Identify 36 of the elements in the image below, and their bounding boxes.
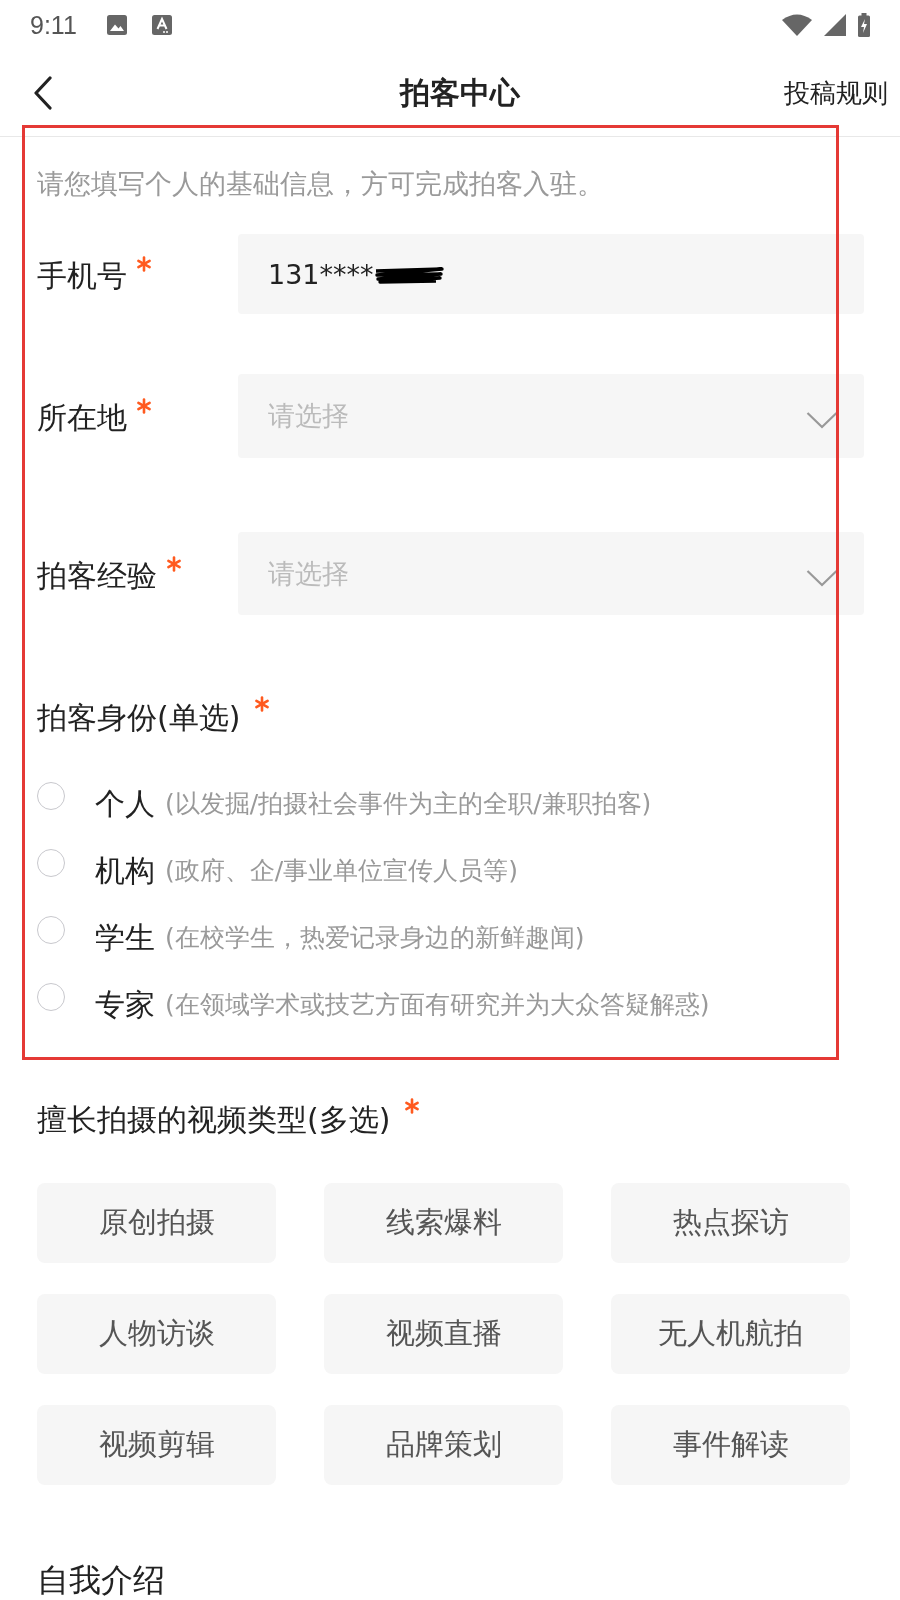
option-description: (在校学生，热爱记录身边的新鲜趣闻) (165, 922, 585, 954)
option-label[interactable]: 个人 (95, 784, 155, 824)
signal-icon (824, 14, 846, 36)
video-type-tag[interactable]: 原创拍摄 (37, 1183, 276, 1263)
section-title: 擅长拍摄的视频类型(多选) (37, 1101, 391, 1139)
intro-text: 请您填写个人的基础信息，方可完成拍客入驻。 (37, 167, 605, 201)
option-label[interactable]: 学生 (95, 918, 155, 958)
text-icon (151, 15, 172, 35)
rules-link[interactable]: 投稿规则 (784, 75, 888, 111)
video-type-tag[interactable]: 热点探访 (611, 1183, 850, 1263)
section-title: 自我介绍 (37, 1561, 166, 1599)
video-type-tag[interactable]: 线索爆料 (324, 1183, 563, 1263)
option-description: (以发掘/拍摄社会事件为主的全职/兼职拍客) (165, 788, 652, 820)
field-label: 手机号 (37, 257, 127, 295)
video-type-tag[interactable]: 视频直播 (324, 1294, 563, 1374)
image-icon (106, 15, 127, 35)
field-label: 所在地 (37, 399, 127, 437)
battery-charging-icon (858, 13, 870, 37)
back-icon[interactable] (32, 76, 54, 110)
chevron-down-icon (806, 411, 838, 429)
option-label[interactable]: 专家 (95, 985, 155, 1025)
option-description: (在领域学术或技艺方面有研究并为大众答疑解惑) (165, 989, 710, 1021)
wifi-icon (782, 14, 812, 36)
video-type-tag[interactable]: 无人机航拍 (611, 1294, 850, 1374)
option-label[interactable]: 机构 (95, 851, 155, 891)
phone-input-field[interactable]: 131**** (238, 234, 864, 314)
chevron-down-icon (806, 568, 838, 587)
video-type-tag[interactable]: 事件解读 (611, 1405, 850, 1485)
video-type-tag[interactable]: 品牌策划 (324, 1405, 563, 1485)
video-type-tag[interactable]: 人物访谈 (37, 1294, 276, 1374)
page-title: 拍客中心 (400, 73, 520, 112)
status-time: 9:11 (30, 10, 77, 40)
option-description: (政府、企/事业单位宣传人员等) (165, 855, 518, 887)
section-title: 拍客身份(单选) (37, 699, 241, 737)
video-type-tag[interactable]: 视频剪辑 (37, 1405, 276, 1485)
field-label: 拍客经验 (37, 556, 157, 595)
